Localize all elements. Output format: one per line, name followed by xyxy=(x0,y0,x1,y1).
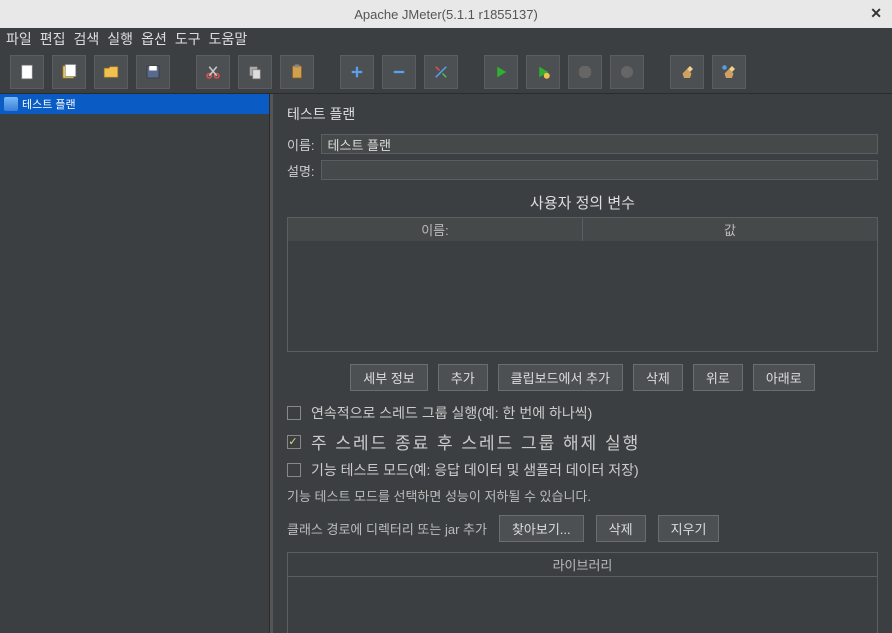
browse-button[interactable]: 찾아보기... xyxy=(499,515,584,542)
classpath-clear-button[interactable]: 지우기 xyxy=(658,515,720,542)
cut-button[interactable] xyxy=(196,55,230,89)
start-button[interactable] xyxy=(484,55,518,89)
clear-all-button[interactable] xyxy=(712,55,746,89)
delete-button[interactable]: 삭제 xyxy=(633,364,683,391)
collapse-button[interactable] xyxy=(382,55,416,89)
stop-button[interactable] xyxy=(568,55,602,89)
main-area: 테스트 플랜 테스트 플랜 이름: 설명: 사용자 정의 변수 이름: 값 세부… xyxy=(0,94,892,633)
menu-options[interactable]: 옵션 xyxy=(141,29,167,49)
functional-check-row[interactable]: 기능 테스트 모드(예: 응답 데이터 및 샘플러 데이터 저장) xyxy=(287,460,878,480)
serial-label: 연속적으로 스레드 그룹 실행(예: 한 번에 하나씩) xyxy=(311,403,592,423)
toolbar xyxy=(0,50,892,94)
content-panel: 테스트 플랜 이름: 설명: 사용자 정의 변수 이름: 값 세부 정보 추가 … xyxy=(270,94,892,633)
beaker-icon xyxy=(4,97,18,111)
name-input[interactable] xyxy=(321,134,878,154)
library-title: 라이브러리 xyxy=(288,553,877,577)
vars-col-value: 값 xyxy=(583,218,877,241)
from-clipboard-button[interactable]: 클립보드에서 추가 xyxy=(498,364,623,391)
vars-body[interactable] xyxy=(288,241,877,351)
shutdown-button[interactable] xyxy=(610,55,644,89)
teardown-label: 주 스레드 종료 후 스레드 그룹 해제 실행 xyxy=(311,429,640,454)
toggle-button[interactable] xyxy=(424,55,458,89)
tree-item-testplan[interactable]: 테스트 플랜 xyxy=(0,94,269,114)
add-button[interactable]: 추가 xyxy=(438,364,488,391)
teardown-check-row[interactable]: ✓ 주 스레드 종료 후 스레드 그룹 해제 실행 xyxy=(287,429,878,454)
vars-col-name: 이름: xyxy=(288,218,583,241)
vars-buttons: 세부 정보 추가 클립보드에서 추가 삭제 위로 아래로 xyxy=(287,364,878,391)
teardown-checkbox[interactable]: ✓ xyxy=(287,435,301,449)
name-label: 이름: xyxy=(287,135,315,154)
menu-edit[interactable]: 편집 xyxy=(40,29,66,49)
serial-check-row[interactable]: 연속적으로 스레드 그룹 실행(예: 한 번에 하나씩) xyxy=(287,403,878,423)
clear-button[interactable] xyxy=(670,55,704,89)
titlebar: Apache JMeter(5.1.1 r1855137) ✕ xyxy=(0,0,892,28)
menubar: 파일 편집 검색 실행 옵션 도구 도움말 xyxy=(0,28,892,50)
menu-file[interactable]: 파일 xyxy=(6,29,32,49)
user-variables-section: 사용자 정의 변수 이름: 값 xyxy=(287,192,878,352)
serial-checkbox[interactable] xyxy=(287,406,301,420)
library-body[interactable] xyxy=(288,577,877,633)
window-title: Apache JMeter(5.1.1 r1855137) xyxy=(354,7,538,22)
tree-item-label: 테스트 플랜 xyxy=(22,96,76,112)
paste-button[interactable] xyxy=(280,55,314,89)
vars-title: 사용자 정의 변수 xyxy=(287,192,878,213)
menu-tools[interactable]: 도구 xyxy=(175,29,201,49)
menu-search[interactable]: 검색 xyxy=(74,29,100,49)
expand-button[interactable] xyxy=(340,55,374,89)
classpath-label: 클래스 경로에 디렉터리 또는 jar 추가 xyxy=(287,519,487,538)
tree-panel: 테스트 플랜 xyxy=(0,94,270,633)
functional-note: 기능 테스트 모드를 선택하면 성능이 저하될 수 있습니다. xyxy=(287,486,878,505)
menu-help[interactable]: 도움말 xyxy=(209,29,248,49)
classpath-delete-button[interactable]: 삭제 xyxy=(596,515,646,542)
start-no-timers-button[interactable] xyxy=(526,55,560,89)
templates-button[interactable] xyxy=(52,55,86,89)
detail-button[interactable]: 세부 정보 xyxy=(350,364,427,391)
vars-table: 이름: 값 xyxy=(287,217,878,352)
copy-button[interactable] xyxy=(238,55,272,89)
down-button[interactable]: 아래로 xyxy=(753,364,815,391)
panel-title: 테스트 플랜 xyxy=(287,104,878,124)
desc-label: 설명: xyxy=(287,161,315,180)
functional-label: 기능 테스트 모드(예: 응답 데이터 및 샘플러 데이터 저장) xyxy=(311,460,639,480)
menu-run[interactable]: 실행 xyxy=(107,29,133,49)
open-button[interactable] xyxy=(94,55,128,89)
up-button[interactable]: 위로 xyxy=(693,364,743,391)
new-button[interactable] xyxy=(10,55,44,89)
save-button[interactable] xyxy=(136,55,170,89)
close-icon[interactable]: ✕ xyxy=(870,5,882,22)
functional-checkbox[interactable] xyxy=(287,463,301,477)
desc-input[interactable] xyxy=(321,160,878,180)
library-section: 라이브러리 xyxy=(287,552,878,633)
classpath-row: 클래스 경로에 디렉터리 또는 jar 추가 찾아보기... 삭제 지우기 xyxy=(287,515,878,542)
